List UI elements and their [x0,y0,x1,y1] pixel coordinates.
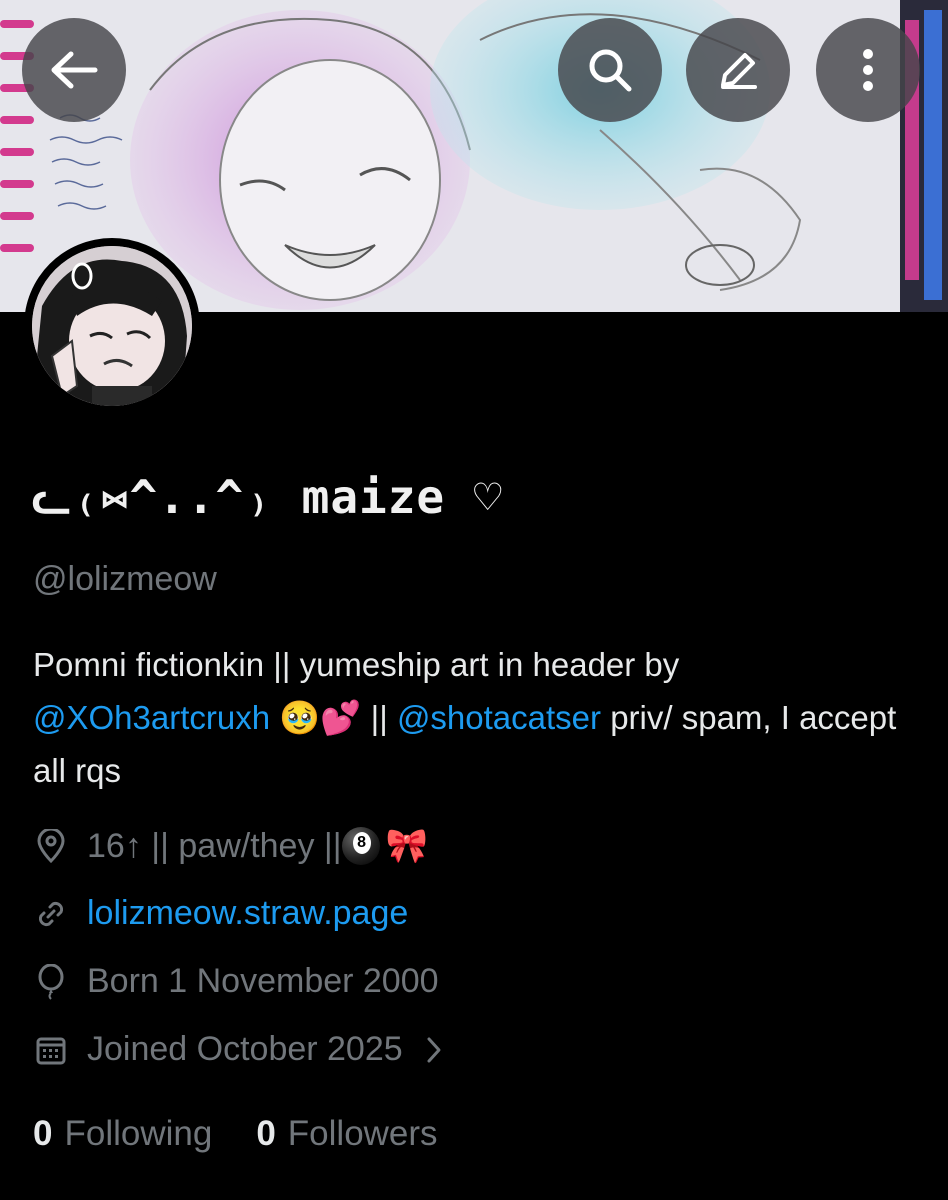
location-text: 16↑ || paw/they || [87,826,342,865]
avatar-image [32,246,192,406]
profile-handle: @lolizmeow [33,560,217,598]
search-button[interactable] [558,18,662,122]
profile-joined-date[interactable]: Joined October 2025 [33,1030,443,1069]
profile-birthday: Born 1 November 2000 [33,962,439,1001]
balloon-icon [33,963,69,1000]
search-icon [589,49,632,92]
bio-mention-link[interactable]: @shotacatser [397,699,601,736]
8-ball-emoji [341,827,380,865]
map-pin-icon [33,828,69,864]
profile-display-name: ᓚ₍⑅^..^₎ maize ♡ [32,470,503,524]
profile-bio: Pomni fictionkin || yumeship art in head… [33,638,913,797]
joined-text: Joined October 2025 [87,1030,403,1068]
bio-emoji: 🥹💕 [279,699,362,736]
calendar-icon [33,1032,69,1068]
follow-stats: 0 Following 0 Followers [33,1114,482,1154]
bio-text: || [361,699,397,736]
link-icon [33,896,69,932]
followers-count: 0 [256,1114,276,1153]
bio-text: Pomni fictionkin || yumeship art in head… [33,646,680,683]
more-vertical-icon [863,49,873,91]
followers-link[interactable]: 0 Followers [256,1114,437,1154]
bow-emoji: 🎀 [385,827,428,865]
more-options-button[interactable] [816,18,920,122]
bio-mention-link[interactable]: @XOh3artcruxh [33,699,270,736]
profile-website[interactable]: lolizmeow.straw.page [33,894,408,933]
followers-label: Followers [287,1114,438,1153]
avatar-artwork [32,246,192,406]
following-link[interactable]: 0 Following [33,1114,212,1154]
pencil-icon [721,53,757,89]
profile-location: 16↑ || paw/they || 🎀 [33,826,428,866]
edit-profile-button[interactable] [686,18,790,122]
birthday-text: Born 1 November 2000 [87,962,439,1000]
arrow-left-icon [51,51,98,89]
website-link[interactable]: lolizmeow.straw.page [87,894,408,933]
back-button[interactable] [22,18,126,122]
chevron-right-icon [425,1035,443,1065]
following-label: Following [64,1114,213,1153]
profile-avatar[interactable] [24,238,200,414]
following-count: 0 [33,1114,53,1153]
